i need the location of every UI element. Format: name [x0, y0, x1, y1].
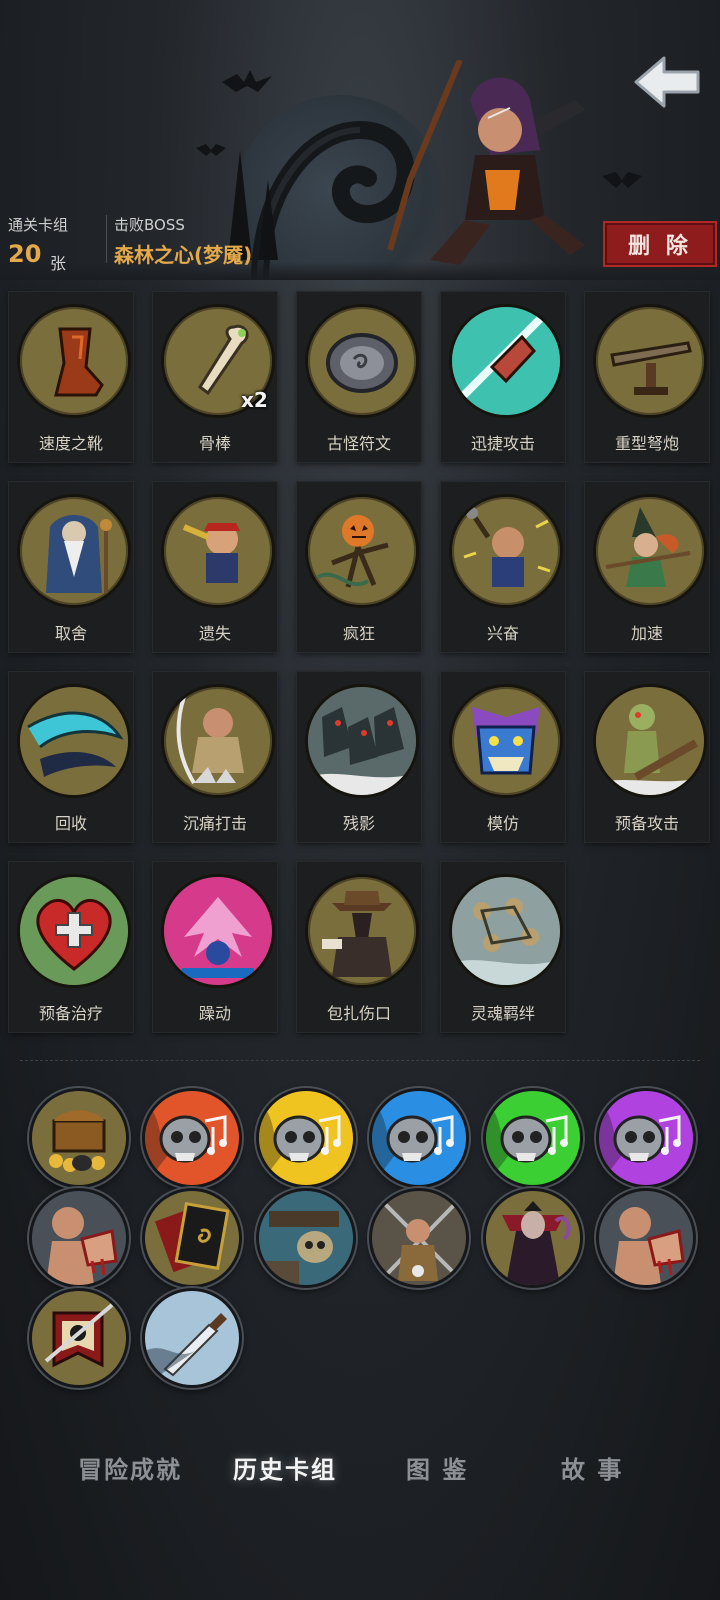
cleared-deck-label: 通关卡组	[8, 216, 69, 234]
swift-strike-icon	[449, 304, 563, 418]
brute-strike-icon	[161, 684, 275, 798]
skull-yellow-flame-icon[interactable]	[256, 1088, 356, 1188]
skull-red-flame-icon[interactable]	[142, 1088, 242, 1188]
whirl-icon	[17, 684, 131, 798]
hooded-archer-hero-icon	[387, 60, 585, 265]
card-item[interactable]: x2 骨棒	[153, 292, 277, 462]
plague-doctor-icon	[305, 874, 419, 988]
skull-purple-flame-icon[interactable]	[596, 1088, 696, 1188]
tab-adventure-achievements[interactable]: 冒险成就	[78, 1450, 182, 1485]
rune-stone-icon	[305, 304, 419, 418]
bat-icon	[222, 70, 272, 92]
spiral-card-icon[interactable]	[142, 1188, 242, 1288]
card-item[interactable]: 沉痛打击	[153, 672, 277, 842]
card-label: 预备攻击	[614, 814, 679, 833]
banner-skull-icon[interactable]	[29, 1288, 129, 1388]
card-item[interactable]: 预备攻击	[585, 672, 709, 842]
bat-icon	[602, 172, 642, 188]
card-count-unit: 张	[50, 254, 67, 273]
card-label: 疯狂	[342, 624, 375, 643]
skull-green-flame-icon[interactable]	[483, 1088, 583, 1188]
card-label: 迅捷攻击	[470, 434, 535, 453]
pumpkin-icon	[305, 494, 419, 608]
bat-icon	[196, 144, 226, 156]
card-item[interactable]: 取舍	[9, 482, 133, 652]
shadow-clones-icon	[305, 684, 419, 798]
vampire-icon[interactable]	[483, 1188, 583, 1288]
tab-story[interactable]: 故 事	[561, 1450, 623, 1485]
sage-icon	[17, 494, 131, 608]
tab-history-deck[interactable]: 历史卡组	[233, 1450, 337, 1485]
skull-blue-flame-icon[interactable]	[369, 1088, 469, 1188]
troll-mask-icon	[449, 684, 563, 798]
card-item[interactable]: 模仿	[441, 672, 565, 842]
card-count-badge: x2	[241, 388, 268, 412]
heart-cross-icon	[17, 874, 131, 988]
card-count-value: 20	[8, 240, 42, 268]
header-divider	[106, 215, 107, 263]
skull-pirate-icon[interactable]	[256, 1188, 356, 1288]
card-item[interactable]: 古怪符文	[297, 292, 421, 462]
card-item[interactable]: 兴奋	[441, 482, 565, 652]
bloody-fist-icon[interactable]	[29, 1188, 129, 1288]
section-divider	[20, 1060, 700, 1061]
ballista-icon	[593, 304, 707, 418]
card-item[interactable]: 速度之靴	[9, 292, 133, 462]
card-label: 沉痛打击	[182, 814, 247, 833]
soul-bond-icon	[449, 874, 563, 988]
card-label: 取舍	[54, 624, 87, 643]
card-item[interactable]: 迅捷攻击	[441, 292, 565, 462]
card-label: 古怪符文	[326, 434, 391, 453]
tab-codex[interactable]: 图 鉴	[406, 1450, 468, 1485]
bloody-fist-icon[interactable]	[596, 1188, 696, 1288]
card-label: 骨棒	[198, 434, 231, 453]
card-item[interactable]: 回收	[9, 672, 133, 842]
card-label: 预备治疗	[38, 1004, 103, 1023]
delete-button[interactable]: 删 除	[603, 221, 717, 267]
card-item[interactable]: 遗失	[153, 482, 277, 652]
card-label: 兴奋	[486, 624, 519, 643]
header-banner: 通关卡组 20 张 击败BOSS 森林之心(梦魇) 删 除	[0, 0, 720, 280]
back-arrow-icon[interactable]	[630, 52, 704, 112]
pirate-icon	[161, 494, 275, 608]
card-item[interactable]: 躁动	[153, 862, 277, 1032]
card-item[interactable]: 预备治疗	[9, 862, 133, 1032]
defeated-boss-label: 击败BOSS	[114, 216, 185, 234]
witch-icon	[593, 494, 707, 608]
boss-name: 森林之心(梦魇)	[114, 243, 253, 267]
treasure-chest-icon[interactable]	[29, 1088, 129, 1188]
card-label: 残影	[342, 814, 375, 833]
excited-dwarf-icon	[449, 494, 563, 608]
card-label: 回收	[54, 814, 87, 833]
card-label: 速度之靴	[38, 434, 103, 453]
card-label: 模仿	[486, 814, 519, 833]
card-label: 遗失	[198, 624, 231, 643]
card-item[interactable]: 灵魂羁绊	[441, 862, 565, 1032]
card-item[interactable]: 加速	[585, 482, 709, 652]
card-label: 灵魂羁绊	[470, 1004, 535, 1023]
card-label: 躁动	[198, 1004, 231, 1023]
card-label: 重型弩炮	[614, 434, 679, 453]
dagger-icon[interactable]	[142, 1288, 242, 1388]
card-item[interactable]: 包扎伤口	[297, 862, 421, 1032]
card-item[interactable]: 残影	[297, 672, 421, 842]
warrior-icon[interactable]	[369, 1188, 469, 1288]
card-item[interactable]: 疯狂	[297, 482, 421, 652]
card-item[interactable]: 重型弩炮	[585, 292, 709, 462]
frenzy-icon	[161, 874, 275, 988]
card-label: 加速	[630, 624, 663, 643]
goblin-icon	[593, 684, 707, 798]
card-label: 包扎伤口	[326, 1004, 391, 1023]
bottom-tab-bar: 冒险成就 历史卡组 图 鉴 故 事	[0, 1440, 720, 1500]
boot-icon	[17, 304, 131, 418]
